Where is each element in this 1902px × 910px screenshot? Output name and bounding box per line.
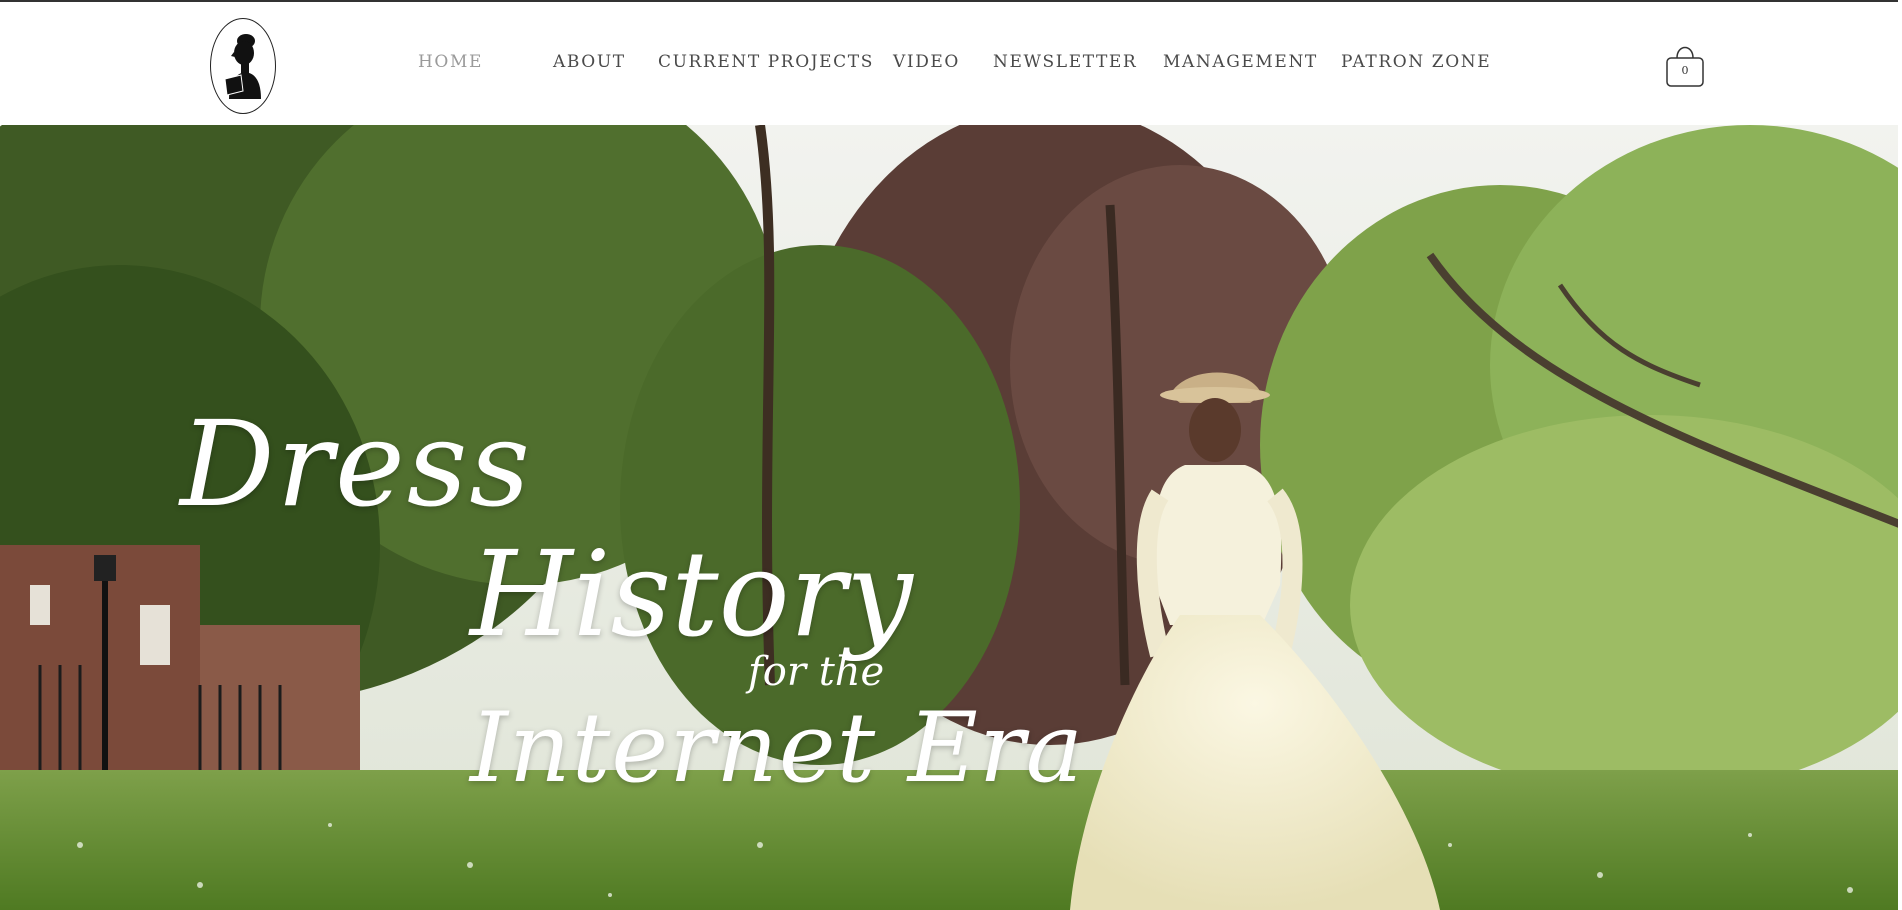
nav-home[interactable]: HOME (418, 52, 483, 72)
cart-count: 0 (1681, 64, 1689, 77)
nav-about[interactable]: ABOUT (553, 52, 626, 72)
page-edge (1898, 0, 1902, 910)
nav-newsletter[interactable]: NEWSLETTER (993, 52, 1137, 72)
nav-video[interactable]: VIDEO (893, 52, 960, 72)
cart-button[interactable]: 0 (1664, 40, 1706, 90)
site-logo[interactable] (210, 18, 276, 114)
silhouette-portrait-icon (224, 34, 261, 99)
hero-banner: Dress History for the Internet Era (0, 125, 1902, 910)
nav-management[interactable]: MANAGEMENT (1163, 52, 1318, 72)
hero-background-image (0, 125, 1902, 910)
nav-patron-zone[interactable]: PATRON ZONE (1341, 52, 1491, 72)
nav-current-projects[interactable]: CURRENT PROJECTS (658, 52, 874, 72)
site-header: HOME ABOUT CURRENT PROJECTS VIDEO NEWSLE… (0, 2, 1902, 125)
